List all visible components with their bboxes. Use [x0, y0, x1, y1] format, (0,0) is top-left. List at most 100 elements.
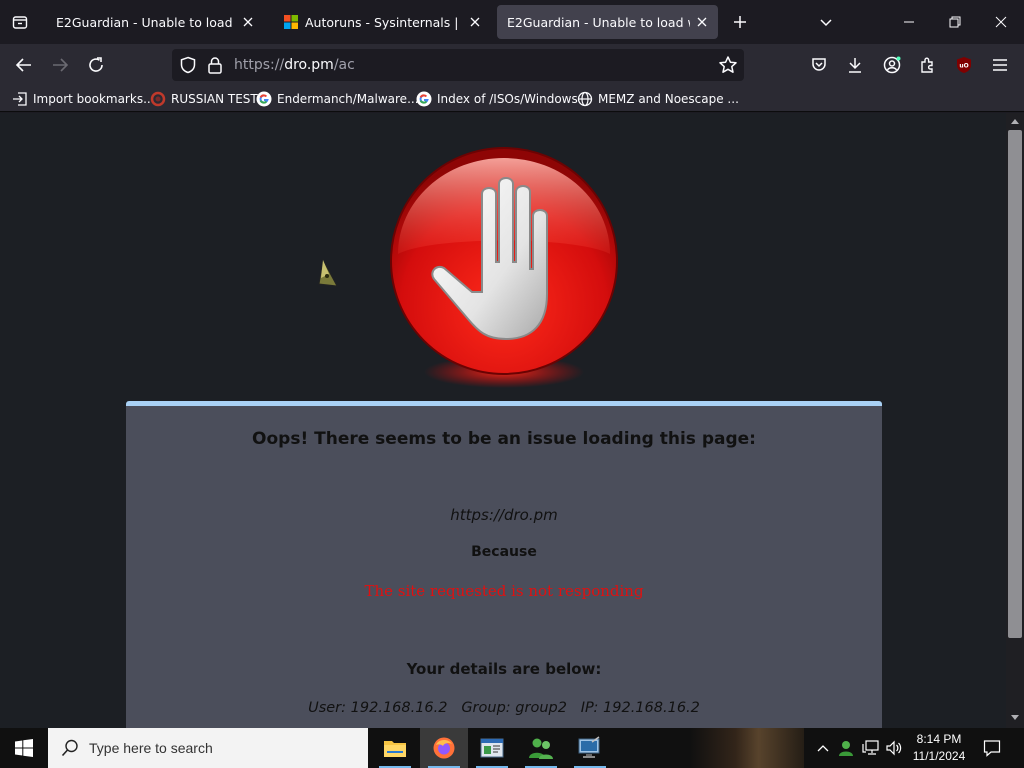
forward-button[interactable] [46, 51, 74, 79]
bookmark-star-icon[interactable] [718, 55, 738, 79]
pocket-icon [812, 58, 826, 71]
windows-logo-icon [15, 739, 33, 757]
import-icon [13, 92, 27, 106]
clock-time: 8:14 PM [916, 732, 962, 746]
bookmark-import[interactable]: Import bookmarks... [12, 90, 155, 108]
bookmark-isos[interactable]: Index of /ISOs/Windows [416, 90, 578, 108]
bookmark-label: Import bookmarks... [33, 92, 155, 106]
bookmark-label: MEMZ and Noescape ... [598, 92, 739, 106]
scroll-up-icon[interactable] [1010, 117, 1020, 125]
block-reason: The site requested is not responding [364, 582, 644, 600]
plus-icon [734, 16, 746, 28]
firefox-icon [433, 737, 455, 759]
taskbar-background-art [690, 728, 804, 768]
lock-icon[interactable] [207, 56, 223, 78]
google-icon [416, 91, 432, 107]
pocket-button[interactable] [805, 51, 833, 79]
restore-button[interactable] [932, 0, 978, 44]
app-menu-button[interactable] [986, 51, 1014, 79]
user-status-icon [839, 741, 853, 756]
page-content: Oops! There seems to be an issue loading… [0, 113, 1006, 728]
chevron-down-icon [820, 19, 832, 27]
taskbar-file-explorer[interactable] [371, 728, 419, 768]
taskbar-clock[interactable]: 8:14 PM 11/1/2024 [902, 731, 976, 765]
reload-button[interactable] [82, 51, 110, 79]
taskbar-search-box[interactable]: Type here to search [48, 728, 368, 768]
site-icon [150, 91, 166, 107]
search-placeholder: Type here to search [89, 740, 213, 756]
ublock-shield-icon: uO [957, 57, 971, 73]
clock-date: 11/1/2024 [912, 749, 966, 763]
downloads-button[interactable] [841, 51, 869, 79]
windows-taskbar: Type here to search 8:14 PM 11/1/2024 [0, 728, 1024, 768]
minimize-button[interactable] [886, 0, 932, 44]
firefox-view-button[interactable] [6, 8, 34, 36]
details-heading: Your details are below: [406, 660, 602, 678]
blocked-url: https://dro.pm [450, 506, 558, 524]
bookmark-russian-test[interactable]: RUSSIAN TEST [150, 90, 258, 108]
block-page-panel: Oops! There seems to be an issue loading… [126, 401, 882, 728]
tab-e2guardian-1[interactable]: E2Guardian - Unable to load websit [46, 5, 264, 39]
bookmarks-toolbar: Import bookmarks... RUSSIAN TEST Enderma… [0, 86, 1024, 112]
taskbar-remote-desktop[interactable] [566, 728, 614, 768]
network-icon [862, 740, 879, 755]
bookmark-label: Index of /ISOs/Windows [437, 92, 578, 106]
bookmark-label: RUSSIAN TEST [171, 92, 258, 106]
tab-e2guardian-active[interactable]: E2Guardian - Unable to load websit [497, 5, 718, 39]
tab-title: E2Guardian - Unable to load websit [507, 14, 690, 30]
bookmark-label: Endermanch/Malware... [277, 92, 419, 106]
reload-icon [89, 57, 103, 72]
taskbar-app-window[interactable] [468, 728, 516, 768]
taskbar-users-app[interactable] [517, 728, 565, 768]
chevron-up-icon [817, 745, 829, 752]
start-button[interactable] [0, 728, 48, 768]
tracking-protection-shield-icon[interactable] [179, 56, 197, 78]
folder-icon [384, 741, 406, 757]
tab-title: E2Guardian - Unable to load websit [56, 14, 236, 30]
close-tab-icon[interactable] [467, 14, 483, 30]
remote-desktop-icon [578, 736, 600, 758]
svg-text:uO: uO [959, 63, 968, 70]
arrow-right-icon [53, 58, 69, 72]
download-icon [849, 58, 861, 73]
speaker-icon [886, 740, 902, 756]
bookmark-memz[interactable]: MEMZ and Noescape ... [577, 90, 739, 108]
ublock-origin-button[interactable]: uO [950, 51, 978, 79]
animated-cursor-icon [318, 258, 338, 287]
network-button[interactable] [860, 728, 882, 768]
restore-icon [949, 16, 961, 28]
notification-icon [983, 740, 1001, 757]
account-icon [883, 56, 901, 74]
close-tab-icon[interactable] [694, 14, 710, 30]
minimize-icon [904, 21, 914, 23]
puzzle-icon [921, 57, 933, 73]
hamburger-menu-icon [993, 59, 1007, 71]
tab-title: Autoruns - Sysinternals | Microsoft [305, 14, 463, 30]
search-icon [61, 739, 78, 757]
taskbar-firefox[interactable] [420, 728, 468, 768]
account-button[interactable] [878, 51, 906, 79]
user-details: User: 192.168.16.2 Group: group2 IP: 192… [308, 700, 700, 716]
url-text[interactable]: https://dro.pm/ac [234, 57, 355, 73]
bookmark-endermanch[interactable]: Endermanch/Malware... [256, 90, 419, 108]
close-tab-icon[interactable] [240, 14, 256, 30]
show-hidden-icons-button[interactable] [812, 728, 834, 768]
stop-hand-icon [390, 147, 618, 388]
google-icon [256, 91, 272, 107]
application-window-icon [480, 738, 504, 758]
list-all-tabs-button[interactable] [815, 11, 837, 33]
because-label: Because [471, 544, 537, 560]
extensions-button[interactable] [914, 51, 942, 79]
tray-user-app[interactable] [836, 728, 858, 768]
scroll-down-icon[interactable] [1010, 714, 1020, 722]
globe-icon [577, 91, 593, 107]
block-heading: Oops! There seems to be an issue loading… [252, 429, 756, 449]
notifications-button[interactable] [978, 728, 1006, 768]
close-window-button[interactable] [978, 0, 1024, 44]
firefox-view-icon [12, 16, 28, 29]
new-tab-button[interactable] [729, 11, 751, 33]
tab-autoruns[interactable]: Autoruns - Sysinternals | Microsoft [273, 5, 491, 39]
scroll-thumb[interactable] [1008, 130, 1022, 638]
back-button[interactable] [10, 51, 38, 79]
arrow-left-icon [15, 58, 31, 72]
